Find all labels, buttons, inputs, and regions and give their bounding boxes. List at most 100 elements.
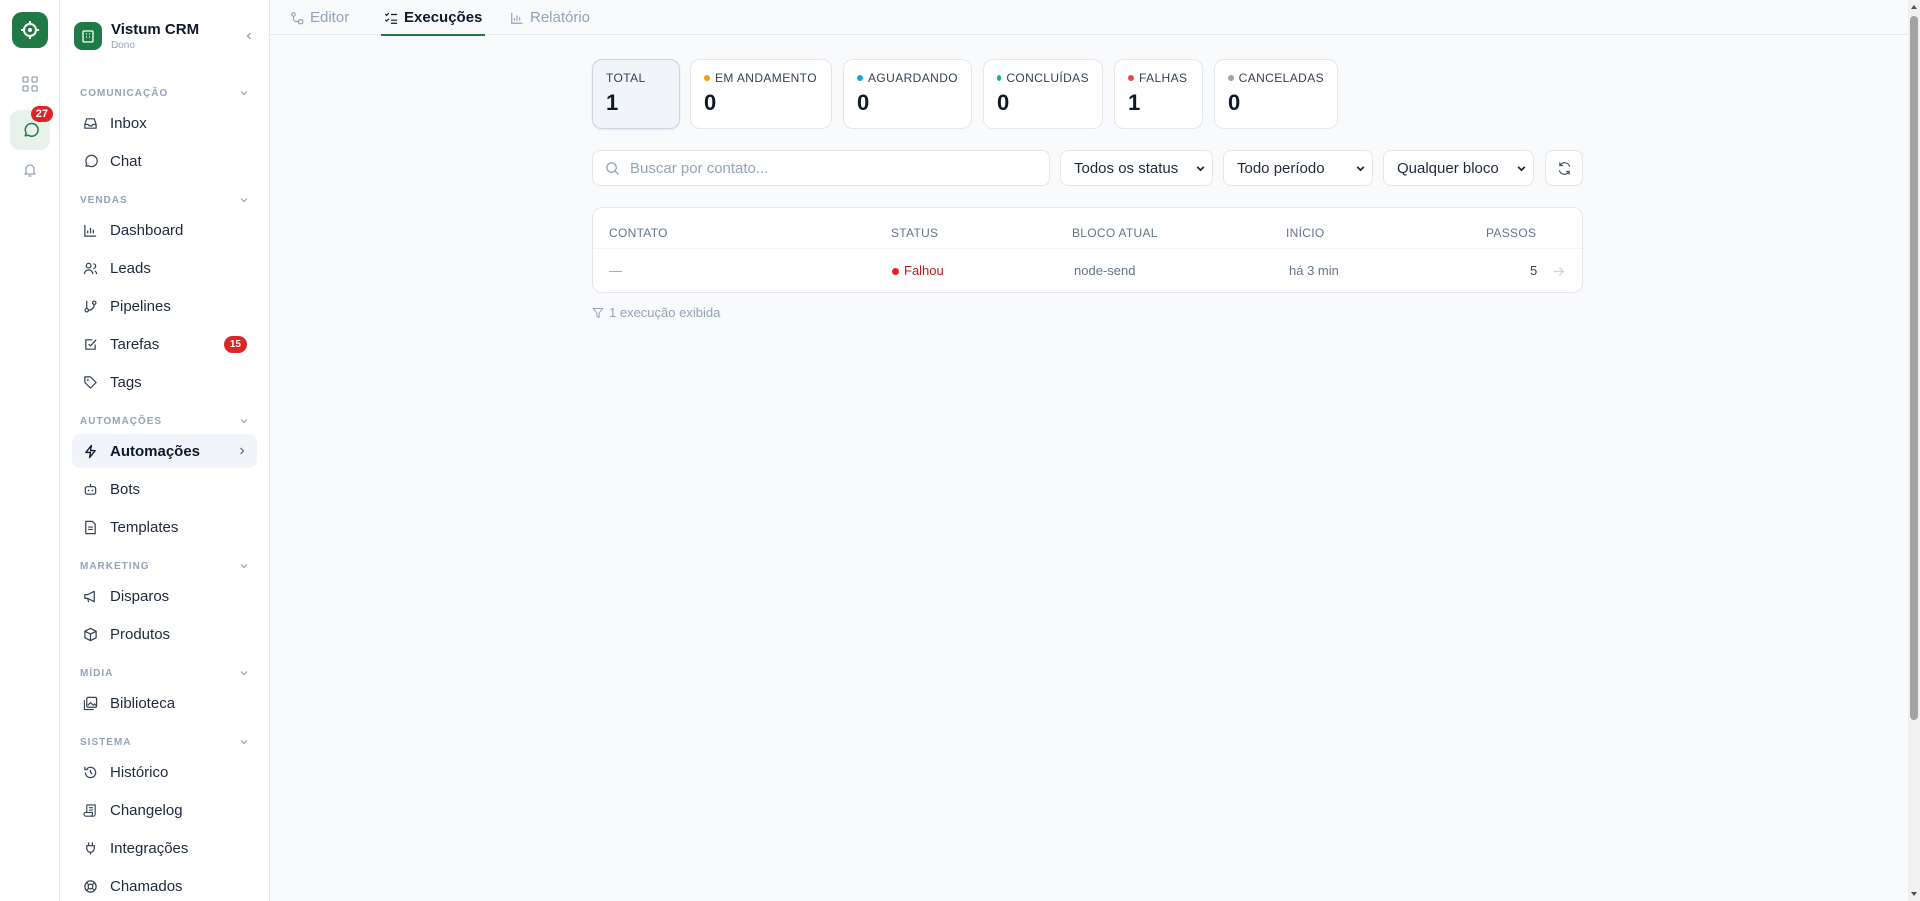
stat-card-concluidas[interactable]: CONCLUÍDAS 0 [983,59,1103,129]
section-automacoes[interactable]: AUTOMAÇÕES [80,414,249,428]
stat-label: AGUARDANDO [867,71,958,85]
sidebar-item-label: Produtos [110,625,171,643]
sidebar-item-tarefas[interactable]: Tarefas 15 [72,327,257,361]
period-filter-select[interactable]: Todo período [1223,150,1373,186]
results-count: 1 execução exibida [592,305,720,320]
section-sistema[interactable]: SISTEMA [80,735,249,749]
status-text: Falhou [904,263,944,278]
scroll-up-arrow[interactable] [1910,2,1918,12]
workspace-header[interactable]: Vistum CRM Dono [74,16,259,56]
chevron-down-icon [1517,165,1526,171]
sidebar-item-templates[interactable]: Templates [72,510,257,544]
arrow-right-icon [1553,266,1565,276]
bot-icon [82,481,98,497]
section-comunicacao[interactable]: COMUNICAÇÃO [80,86,249,100]
scroll-icon [82,802,98,818]
status-dot [704,75,710,81]
select-value: Qualquer bloco [1397,159,1499,177]
cell-inicio: há 3 min [1289,263,1339,278]
stat-value: 0 [857,90,870,115]
sidebar-item-changelog[interactable]: Changelog [72,793,257,827]
section-title: MÍDIA [80,667,114,679]
sidebar-item-dashboard[interactable]: Dashboard [72,213,257,247]
list-checks-icon [384,12,398,24]
chat-count-badge: 27 [30,106,53,122]
scroll-down-arrow[interactable] [1910,889,1918,899]
message-circle-icon [23,122,39,137]
sidebar-item-chat[interactable]: Chat [72,144,257,178]
section-vendas[interactable]: VENDAS [80,193,249,207]
stat-card-falhas[interactable]: FALHAS 1 [1114,59,1203,129]
page-scrollbar[interactable] [1908,0,1920,901]
stat-card-canceladas[interactable]: CANCELADAS 0 [1214,59,1338,129]
history-icon [82,764,98,780]
sidebar-item-pipelines[interactable]: Pipelines [72,289,257,323]
stat-card-aguardando[interactable]: AGUARDANDO 0 [843,59,972,129]
executions-table: CONTATO STATUS BLOCO ATUAL INÍCIO PASSOS… [592,207,1583,293]
chat-rail-button[interactable]: 27 [10,106,53,150]
sidebar-item-chamados[interactable]: Chamados [72,869,257,901]
sidebar-item-label: Histórico [110,763,169,781]
status-filter-select[interactable]: Todos os status [1060,150,1213,186]
chevron-right-icon [237,446,247,456]
sidebar-item-tags[interactable]: Tags [72,365,257,399]
collapse-sidebar-button[interactable] [239,26,259,46]
chevron-down-icon [240,91,248,96]
tarefas-count-badge: 15 [223,335,247,353]
cell-passos: 5 [1530,263,1538,278]
inbox-icon [82,115,98,131]
users-icon [82,260,98,276]
megaphone-icon [82,588,98,604]
sidebar-item-automacoes[interactable]: Automações [72,434,257,468]
sidebar-item-historico[interactable]: Histórico [72,755,257,789]
select-value: Todo período [1237,159,1325,177]
building-icon [82,30,94,43]
column-header-status: STATUS [891,226,939,240]
row-open-button[interactable] [1552,249,1565,293]
tab-label: Execuções [404,9,483,26]
app-logo[interactable] [12,12,48,48]
search-input[interactable] [630,159,1030,177]
message-circle-icon [82,153,98,169]
section-midia[interactable]: MÍDIA [80,666,249,680]
apps-grid-button[interactable] [12,66,48,102]
section-title: AUTOMAÇÕES [80,415,163,427]
stat-label: CANCELADAS [1238,71,1324,85]
images-icon [82,695,98,711]
section-marketing[interactable]: MARKETING [80,559,249,573]
refresh-icon [1558,161,1570,175]
filter-icon [592,307,604,318]
tab-relatorio[interactable]: Relatório [510,0,590,35]
sidebar-item-integracoes[interactable]: Integrações [72,831,257,865]
sidebar-item-leads[interactable]: Leads [72,251,257,285]
chevron-down-icon [240,671,248,676]
column-header-bloco: BLOCO ATUAL [1072,226,1158,240]
search-box [592,150,1050,186]
sidebar-item-label: Tarefas [110,335,160,353]
tag-icon [82,374,98,390]
status-dot [1128,75,1134,81]
stat-card-total[interactable]: TOTAL 1 [592,59,680,129]
stat-card-em-andamento[interactable]: EM ANDAMENTO 0 [690,59,832,129]
sidebar-item-disparos[interactable]: Disparos [72,579,257,613]
scroll-thumb[interactable] [1910,16,1918,720]
sidebar-item-bots[interactable]: Bots [72,472,257,506]
zap-icon [82,443,98,459]
results-count-text: 1 execução exibida [609,305,721,320]
tab-editor[interactable]: Editor [290,0,349,35]
workspace-icon [74,22,102,50]
refresh-button[interactable] [1545,150,1583,186]
sidebar-item-produtos[interactable]: Produtos [72,617,257,651]
chevron-down-icon [240,419,248,424]
tab-bar: Editor Execuções Relatório [270,0,1920,36]
bar-chart-icon [511,12,523,24]
sidebar-item-inbox[interactable]: Inbox [72,106,257,140]
tab-execucoes[interactable]: Execuções [381,0,486,36]
sidebar-item-biblioteca[interactable]: Biblioteca [72,686,257,720]
block-filter-select[interactable]: Qualquer bloco [1383,150,1534,186]
section-title: VENDAS [80,194,128,206]
column-header-inicio: INÍCIO [1286,226,1325,240]
column-header-passos: PASSOS [1486,226,1537,240]
notifications-button[interactable] [12,152,48,188]
table-row[interactable]: — Falhou node-send há 3 min 5 [593,248,1582,292]
